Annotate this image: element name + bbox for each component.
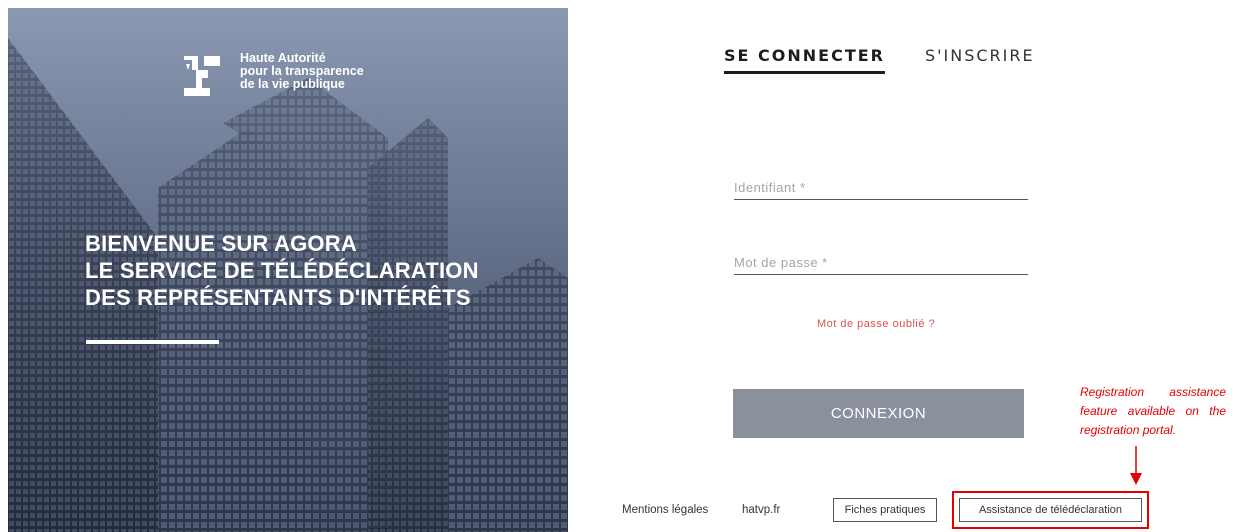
fiches-pratiques-button[interactable]: Fiches pratiques <box>833 498 937 522</box>
hero-banner: Haute Autorité pour la transparence de l… <box>8 8 568 532</box>
mentions-legales-link[interactable]: Mentions légales <box>622 504 708 516</box>
headline-line-2: LE SERVICE DE TÉLÉDÉCLARATION <box>85 258 479 283</box>
arrow-down-icon <box>1130 446 1142 485</box>
identifiant-input[interactable] <box>734 180 1028 200</box>
headline-underline <box>86 340 219 344</box>
tab-se-connecter[interactable]: SE CONNECTER <box>724 46 885 74</box>
annotation-note: Registration assistance feature availabl… <box>1080 385 1226 437</box>
logo-line-3: de la vie publique <box>240 77 345 91</box>
hatvp-logo-text: Haute Autorité pour la transparence de l… <box>240 52 364 91</box>
forgot-password-link[interactable]: Mot de passe oublié ? <box>817 318 935 330</box>
hatvp-logo-icon <box>184 56 220 96</box>
hatvp-logo: Haute Autorité pour la transparence de l… <box>184 52 364 100</box>
password-input[interactable] <box>734 255 1028 275</box>
headline-line-3: DES REPRÉSENTANTS D'INTÉRÊTS <box>85 285 471 310</box>
assistance-teledeclaration-button[interactable]: Assistance de télédéclaration <box>959 498 1142 522</box>
connexion-button[interactable]: CONNEXION <box>733 389 1024 438</box>
hatvp-link[interactable]: hatvp.fr <box>742 504 780 516</box>
tab-s-inscrire[interactable]: S'INSCRIRE <box>925 46 1035 74</box>
auth-tabs: SE CONNECTER S'INSCRIRE <box>724 46 1035 74</box>
welcome-headline: BIENVENUE SUR AGORA LE SERVICE DE TÉLÉDÉ… <box>85 230 479 311</box>
headline-line-1: BIENVENUE SUR AGORA <box>85 231 357 256</box>
